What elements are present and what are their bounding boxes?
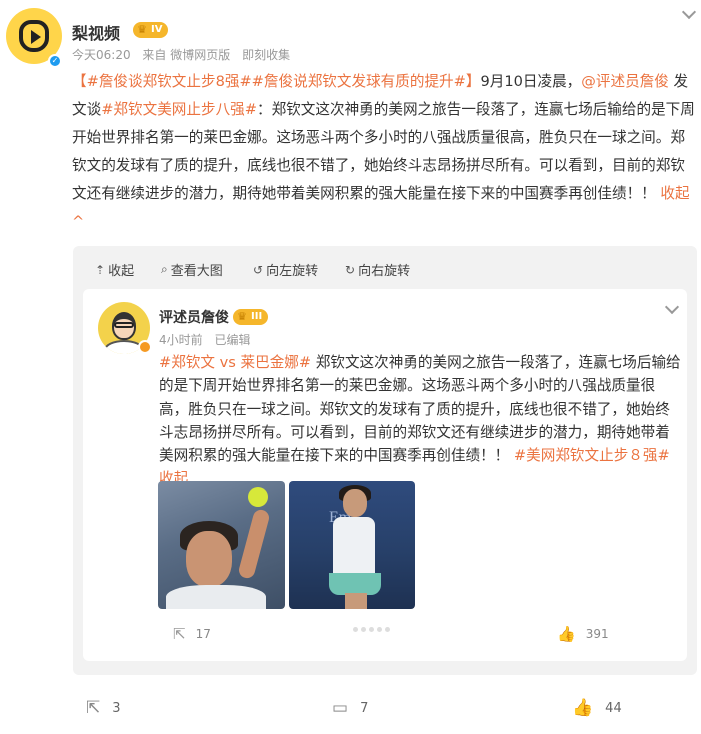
photo-thumbnail[interactable] bbox=[158, 481, 285, 609]
topic-link[interactable]: #郑钦文美网止步八强# bbox=[101, 101, 257, 118]
retweet-like-button[interactable]: 👍 391 bbox=[557, 625, 609, 643]
chevron-up-icon: ^ bbox=[72, 213, 85, 230]
repost-icon: ⇱ bbox=[86, 698, 101, 718]
like-icon: 👍 bbox=[572, 698, 594, 718]
repost-button[interactable]: ⇱ 3 bbox=[86, 698, 121, 718]
comment-count: 7 bbox=[360, 700, 369, 716]
verified-icon: ✓ bbox=[48, 54, 62, 68]
comment-loading-dots bbox=[353, 627, 393, 632]
level-badge[interactable]: ♛ IV bbox=[133, 22, 169, 38]
photo-torso bbox=[333, 517, 375, 579]
search-icon: ⌕ bbox=[161, 262, 168, 276]
topic-link[interactable]: 【#詹俊谈郑钦文止步8强##詹俊说郑钦文发球有质的提升#】 bbox=[72, 73, 480, 90]
retweeted-post-card: 评述员詹俊 ♛ III 4小时前 已编辑 #郑钦文 vs 莱巴金娜# 郑钦文这次… bbox=[83, 289, 687, 661]
level-badge[interactable]: ♛ III bbox=[233, 309, 269, 325]
edited-label: 已编辑 bbox=[214, 333, 251, 347]
view-large-button[interactable]: ⌕ 查看大图 bbox=[161, 260, 223, 279]
comment-icon: ▭ bbox=[332, 698, 349, 718]
like-count: 44 bbox=[605, 700, 622, 716]
like-icon: 👍 bbox=[557, 625, 576, 643]
avatar-glasses bbox=[114, 322, 134, 328]
photo-head bbox=[343, 489, 367, 517]
retweet-actions: ⇱ 17 👍 391 bbox=[83, 619, 687, 649]
rotate-left-label: 向左旋转 bbox=[266, 264, 319, 279]
rotate-right-label: 向右旋转 bbox=[358, 264, 411, 279]
rotate-right-button[interactable]: ↻ 向右旋转 bbox=[345, 260, 411, 280]
dot bbox=[353, 627, 358, 632]
level-label: IV bbox=[151, 24, 163, 35]
photo-skirt bbox=[329, 573, 381, 595]
play-logo-icon bbox=[19, 20, 49, 52]
post-text: 【#詹俊谈郑钦文止步8强##詹俊说郑钦文发球有质的提升#】9月10日凌晨，@评述… bbox=[72, 68, 697, 236]
crown-icon: ♛ bbox=[137, 23, 147, 36]
rotate-left-icon: ↺ bbox=[253, 262, 264, 277]
retweet-panel: ⇡ 收起 ⌕ 查看大图 ↺ 向左旋转 ↻ 向右旋转 评述员詹俊 ♛ III 4小… bbox=[73, 246, 697, 675]
like-count: 391 bbox=[585, 627, 609, 641]
repost-count: 17 bbox=[195, 627, 211, 641]
post-source: 来自 微博网页版 bbox=[142, 48, 231, 62]
retweet-meta: 4小时前 已编辑 bbox=[159, 331, 258, 348]
collapse-icon: ⇡ bbox=[95, 262, 106, 277]
post-meta: 今天06:20 来自 微博网页版 即刻收集 bbox=[72, 46, 298, 63]
photo-arm bbox=[237, 508, 271, 580]
crown-icon: ♛ bbox=[237, 310, 247, 323]
image-toolbar: ⇡ 收起 ⌕ 查看大图 ↺ 向左旋转 ↻ 向右旋转 bbox=[73, 246, 697, 288]
view-large-label: 查看大图 bbox=[170, 264, 223, 279]
author-name[interactable]: 梨视频 bbox=[72, 20, 120, 44]
retweet-text: #郑钦文 vs 莱巴金娜# 郑钦文这次神勇的美网之旅告一段落了，连赢七场后输给的… bbox=[159, 351, 681, 491]
photo-head bbox=[186, 531, 232, 587]
collect-link[interactable]: 即刻收集 bbox=[242, 48, 290, 62]
collapse-label: 收起 bbox=[108, 264, 135, 279]
retweet-repost-button[interactable]: ⇱ 17 bbox=[173, 625, 211, 643]
collapse-label: 收起 bbox=[660, 185, 690, 202]
photo-shirt bbox=[166, 585, 266, 609]
photo-legs bbox=[345, 593, 367, 609]
dot bbox=[369, 627, 374, 632]
mention-link[interactable]: @评述员詹俊 bbox=[581, 73, 669, 90]
photo-thumbnail[interactable]: Em bbox=[289, 481, 415, 609]
repost-icon: ⇱ bbox=[173, 625, 186, 643]
retweet-time[interactable]: 4小时前 bbox=[159, 333, 203, 347]
rotate-left-button[interactable]: ↺ 向左旋转 bbox=[253, 260, 319, 280]
like-button[interactable]: 👍 44 bbox=[572, 698, 622, 718]
dot bbox=[385, 627, 390, 632]
verified-icon bbox=[138, 340, 152, 354]
post-text-segment: 9月10日凌晨， bbox=[480, 73, 582, 90]
chevron-down-icon[interactable] bbox=[665, 301, 679, 315]
collapse-button[interactable]: ⇡ 收起 bbox=[95, 260, 135, 280]
topic-link[interactable]: #美网郑钦文止步８强# bbox=[514, 447, 670, 464]
repost-count: 3 bbox=[112, 700, 121, 716]
post-actions: ⇱ 3 ▭ 7 👍 44 bbox=[0, 690, 701, 730]
dot bbox=[361, 627, 366, 632]
comment-button[interactable]: ▭ 7 bbox=[332, 698, 368, 718]
tennis-ball bbox=[248, 487, 268, 507]
topic-link[interactable]: #郑钦文 vs 莱巴金娜# bbox=[159, 354, 311, 371]
retweet-author-name[interactable]: 评述员詹俊 bbox=[159, 307, 229, 327]
rotate-right-icon: ↻ bbox=[345, 262, 356, 277]
post-time[interactable]: 今天06:20 bbox=[72, 48, 131, 62]
chevron-down-icon[interactable] bbox=[682, 6, 696, 20]
dot bbox=[377, 627, 382, 632]
weibo-post: ✓ 梨视频 ♛ IV 今天06:20 来自 微博网页版 即刻收集 【#詹俊谈郑钦… bbox=[0, 0, 701, 734]
level-label: III bbox=[251, 311, 263, 322]
